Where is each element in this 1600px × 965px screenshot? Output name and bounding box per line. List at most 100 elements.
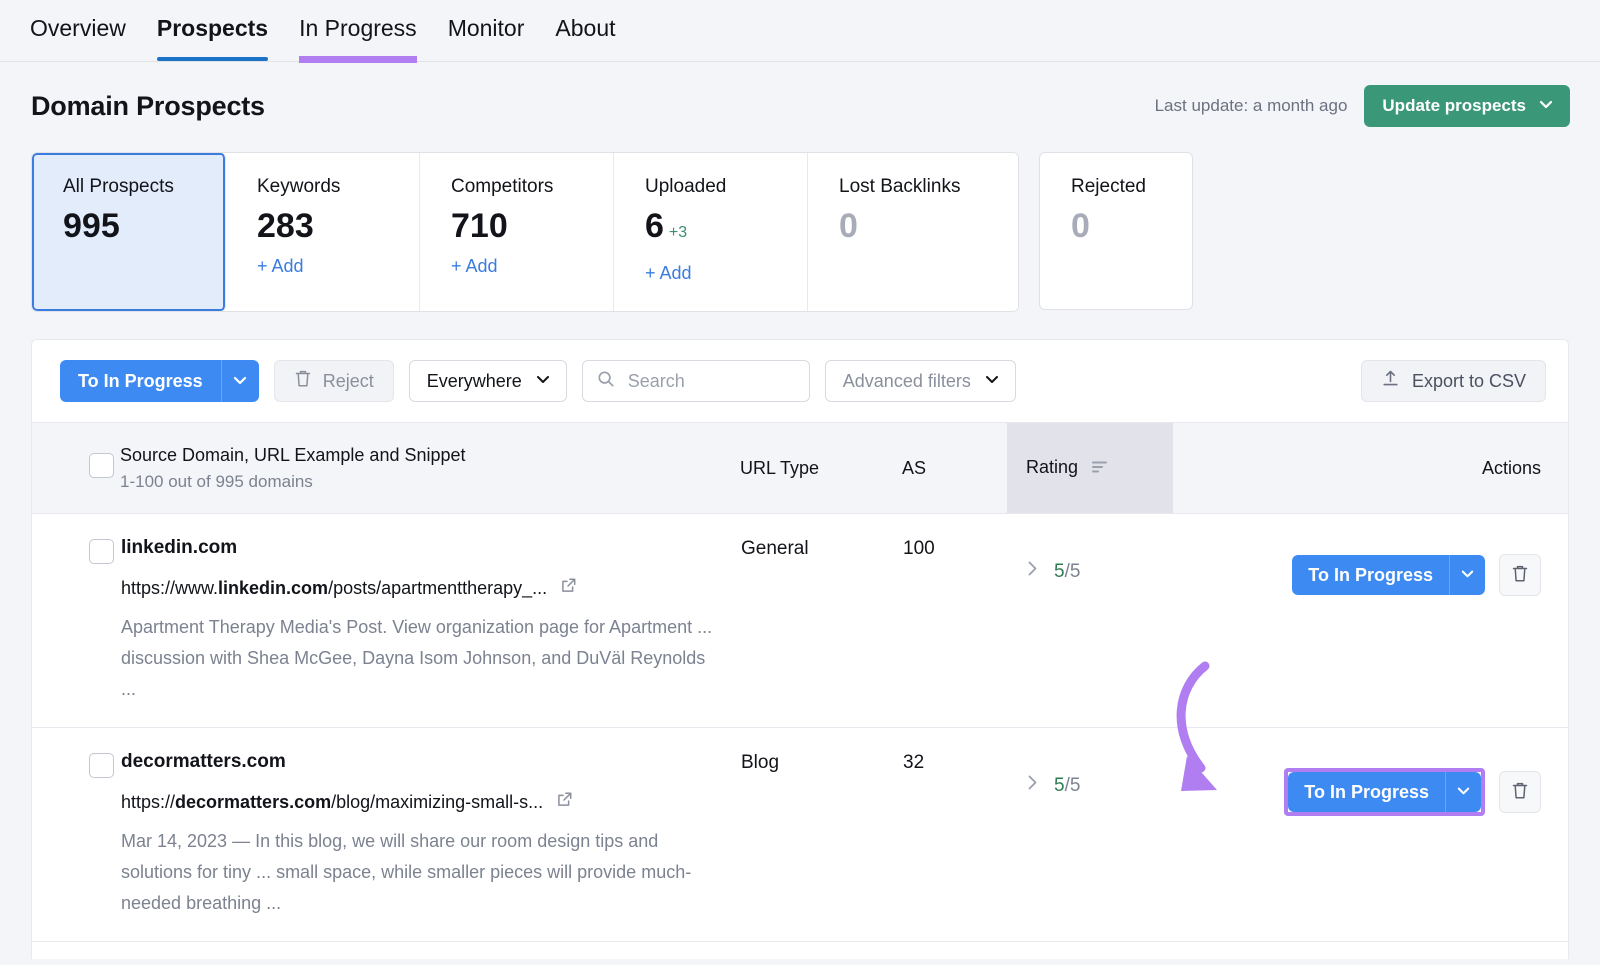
stat-card-value-wrap: 6 +3 [645,203,807,256]
bulk-to-in-progress-dropdown[interactable] [221,360,259,402]
header-actions: Actions [1173,423,1568,514]
stat-card-add-link[interactable]: + Add [645,263,807,284]
row-to-in-progress-dropdown[interactable] [1445,772,1481,812]
external-link-icon[interactable] [560,576,577,600]
header-rating[interactable]: Rating [1007,423,1173,514]
row-rating: 5/5 [1026,750,1172,797]
row-domain[interactable]: decormatters.com [121,750,739,774]
update-prospects-label: Update prospects [1382,96,1526,116]
table-body: linkedin.com https://www.linkedin.com/po… [32,514,1568,942]
row-delete-button[interactable] [1499,771,1541,813]
search-input[interactable] [626,370,797,393]
stat-card-value-wrap: 283 [257,203,419,249]
table-toolbar: To In Progress Reject Everywhere [32,340,1568,422]
stat-card-value-wrap: 0 [1071,203,1192,249]
stat-card-add-link[interactable]: + Add [451,256,613,277]
row-url-suffix: /blog/maximizing-small-s... [331,792,543,812]
scope-select[interactable]: Everywhere [409,360,567,402]
stat-card-value: 6 [645,203,664,249]
header-source-domain[interactable]: Source Domain, URL Example and Snippet 1… [120,423,740,514]
row-rating-den: /5 [1065,775,1081,796]
row-url-domain: linkedin.com [218,578,328,598]
row-actions-cell: To In Progress [1173,728,1568,942]
row-to-in-progress-button[interactable]: To In Progress [1292,555,1449,595]
select-all-checkbox[interactable] [89,453,114,478]
external-link-icon[interactable] [556,790,573,814]
header-url-type[interactable]: URL Type [740,423,902,514]
header-as[interactable]: AS [902,423,1007,514]
last-update-text: Last update: a month ago [1155,96,1348,116]
nav-tab-active-underline [157,57,268,61]
stat-card-value-wrap: 995 [63,203,225,249]
row-rating-value: 5/5 [1054,775,1080,797]
row-to-in-progress-dropdown[interactable] [1449,555,1485,595]
nav-tab-overview[interactable]: Overview [30,14,126,61]
row-url-domain: decormatters.com [175,792,331,812]
row-url-text: https://www.linkedin.com/posts/apartment… [121,576,547,600]
chevron-down-icon [984,371,1000,392]
sort-descending-icon[interactable] [1092,458,1108,479]
chevron-right-icon[interactable] [1026,774,1039,797]
page-header: Domain Prospects Last update: a month ag… [0,62,1600,130]
top-navigation: Overview Prospects In Progress Monitor A… [0,0,1600,62]
chevron-down-icon [1456,783,1471,801]
row-rating-cell: 5/5 [1007,728,1173,942]
page-header-actions: Last update: a month ago Update prospect… [1155,85,1570,127]
stat-card-add-link[interactable]: + Add [257,256,419,277]
row-url-suffix: /posts/apartmenttherapy_... [328,578,547,598]
stat-card-keywords[interactable]: Keywords 283 + Add [226,153,420,311]
trash-icon [1511,564,1529,586]
nav-tab-label: Prospects [157,15,268,41]
bulk-to-in-progress-split-button[interactable]: To In Progress [60,360,259,402]
row-url[interactable]: https://decormatters.com/blog/maximizing… [121,790,739,814]
table-head: Source Domain, URL Example and Snippet 1… [32,423,1568,514]
row-source-cell: decormatters.com https://decormatters.co… [120,728,740,942]
stat-card-label: Competitors [451,175,613,199]
row-actions-cell: To In Progress [1173,514,1568,728]
upload-icon [1381,369,1400,393]
row-url-type: Blog [740,728,902,942]
select-all-cell [32,423,120,514]
stat-card-lost-backlinks[interactable]: Lost Backlinks 0 [808,153,1018,311]
stat-card-rejected[interactable]: Rejected 0 [1039,152,1193,310]
header-source-count: 1-100 out of 995 domains [120,472,740,492]
trash-icon [1511,781,1529,803]
row-url-prefix: https:// [121,792,175,812]
bulk-to-in-progress-button[interactable]: To In Progress [60,360,221,402]
stat-card-competitors[interactable]: Competitors 710 + Add [420,153,614,311]
row-rating-den: /5 [1065,561,1081,582]
nav-tab-label: About [555,15,615,41]
advanced-filters-select[interactable]: Advanced filters [825,360,1016,402]
row-domain[interactable]: linkedin.com [121,536,739,560]
row-delete-button[interactable] [1499,554,1541,596]
search-box[interactable] [582,360,810,402]
row-to-in-progress-button[interactable]: To In Progress [1288,772,1445,812]
update-prospects-button[interactable]: Update prospects [1364,85,1570,127]
row-to-in-progress-split-button[interactable]: To In Progress [1288,772,1481,812]
row-checkbox[interactable] [89,539,114,564]
reject-button[interactable]: Reject [274,360,394,402]
header-rating-label: Rating [1026,457,1078,477]
stat-card-value: 0 [839,203,858,249]
row-checkbox[interactable] [89,753,114,778]
nav-tab-monitor[interactable]: Monitor [448,14,525,61]
row-to-in-progress-split-button[interactable]: To In Progress [1292,555,1485,595]
stat-card-value-wrap: 0 [839,203,1018,249]
nav-tab-in-progress[interactable]: In Progress [299,14,417,61]
stat-card-group: All Prospects 995 Keywords 283 + Add Com… [31,152,1019,312]
table-row: linkedin.com https://www.linkedin.com/po… [32,514,1568,728]
row-rating-num: 5 [1054,561,1065,582]
stat-card-value: 283 [257,203,314,249]
row-rating-num: 5 [1054,775,1065,796]
stat-card-uploaded[interactable]: Uploaded 6 +3 + Add [614,153,808,311]
nav-tab-about[interactable]: About [555,14,615,61]
stat-card-value: 995 [63,203,120,249]
stat-card-all-prospects[interactable]: All Prospects 995 [32,153,226,311]
stat-card-label: Uploaded [645,175,807,199]
row-as: 32 [902,728,1007,942]
reject-label: Reject [323,371,374,392]
row-url[interactable]: https://www.linkedin.com/posts/apartment… [121,576,739,600]
nav-tab-prospects[interactable]: Prospects [157,14,268,61]
chevron-right-icon[interactable] [1026,560,1039,583]
export-to-csv-button[interactable]: Export to CSV [1361,360,1546,402]
